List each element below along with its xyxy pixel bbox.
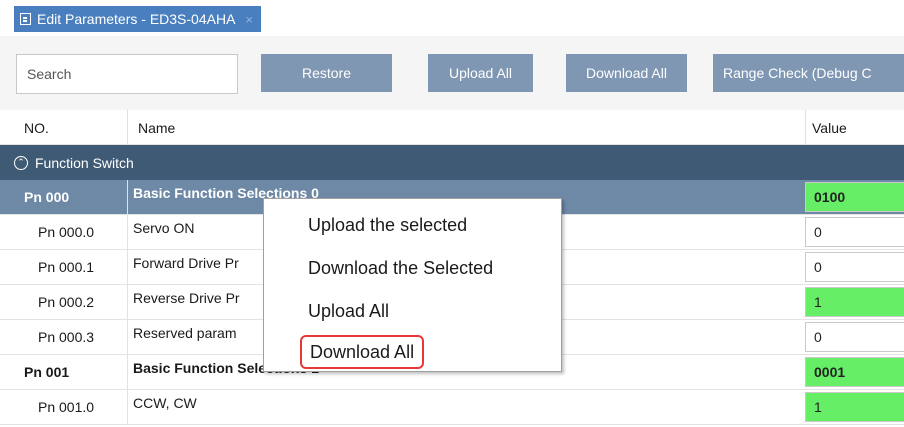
document-icon — [20, 13, 31, 25]
param-number: Pn 001 — [24, 364, 70, 380]
column-divider — [805, 110, 806, 144]
cell-divider — [127, 250, 128, 284]
menu-item-download-selected[interactable]: Download the Selected — [308, 254, 493, 282]
tab-title: Edit Parameters - ED3S-04AHA — [37, 11, 236, 27]
param-number: Pn 000.2 — [38, 294, 95, 310]
tab-edit-parameters[interactable]: Edit Parameters - ED3S-04AHA × — [14, 6, 261, 32]
cell-divider — [127, 355, 128, 389]
close-icon[interactable]: × — [245, 12, 253, 27]
cell-divider — [127, 180, 128, 214]
param-value-field[interactable]: 0100 — [805, 182, 904, 212]
download-all-button[interactable]: Download All — [566, 54, 687, 92]
group-header-function-switch[interactable]: ⌃ Function Switch — [0, 145, 904, 180]
upload-all-button[interactable]: Upload All — [428, 54, 533, 92]
column-divider — [127, 110, 128, 144]
cell-divider — [127, 215, 128, 249]
toolbar: Restore Upload All Download All Range Ch… — [0, 36, 904, 110]
column-header-name[interactable]: Name — [138, 120, 175, 136]
param-value-field[interactable]: 1 — [805, 287, 904, 317]
range-check-button[interactable]: Range Check (Debug C — [713, 54, 904, 92]
cell-divider — [127, 285, 128, 319]
column-header-no[interactable]: NO. — [24, 120, 49, 136]
param-value-field[interactable]: 0 — [805, 322, 904, 352]
table-row[interactable]: Pn 001.0 CCW, CW 1 — [0, 390, 904, 425]
context-menu: Upload the selected Download the Selecte… — [263, 198, 562, 372]
cell-divider — [127, 320, 128, 354]
param-number: Pn 000.1 — [38, 259, 95, 275]
param-value-field[interactable]: 0 — [805, 252, 904, 282]
param-number: Pn 000 — [24, 189, 70, 205]
param-number: Pn 000.3 — [38, 329, 95, 345]
param-number: Pn 001.0 — [38, 399, 95, 415]
param-name: Reverse Drive Pr — [133, 290, 240, 306]
param-number: Pn 000.0 — [38, 224, 95, 240]
cell-divider — [127, 390, 128, 424]
param-name: Servo ON — [133, 220, 195, 236]
param-name: CCW, CW — [133, 395, 197, 411]
search-input[interactable] — [16, 54, 238, 94]
column-header-value[interactable]: Value — [812, 120, 847, 136]
menu-item-upload-selected[interactable]: Upload the selected — [308, 211, 467, 239]
param-name: Reserved param — [133, 325, 237, 341]
menu-item-upload-all[interactable]: Upload All — [308, 297, 389, 325]
tab-bar: Edit Parameters - ED3S-04AHA × — [0, 0, 904, 36]
param-value-field[interactable]: 1 — [805, 392, 904, 422]
column-header-row: NO. Name Value — [0, 110, 904, 145]
param-name: Forward Drive Pr — [133, 255, 239, 271]
chevron-up-circle-icon[interactable]: ⌃ — [14, 155, 28, 170]
param-value-field[interactable]: 0 — [805, 217, 904, 247]
restore-button[interactable]: Restore — [261, 54, 392, 92]
menu-item-download-all[interactable]: Download All — [300, 335, 425, 369]
group-label: Function Switch — [35, 154, 134, 171]
param-value-field[interactable]: 0001 — [805, 357, 904, 387]
